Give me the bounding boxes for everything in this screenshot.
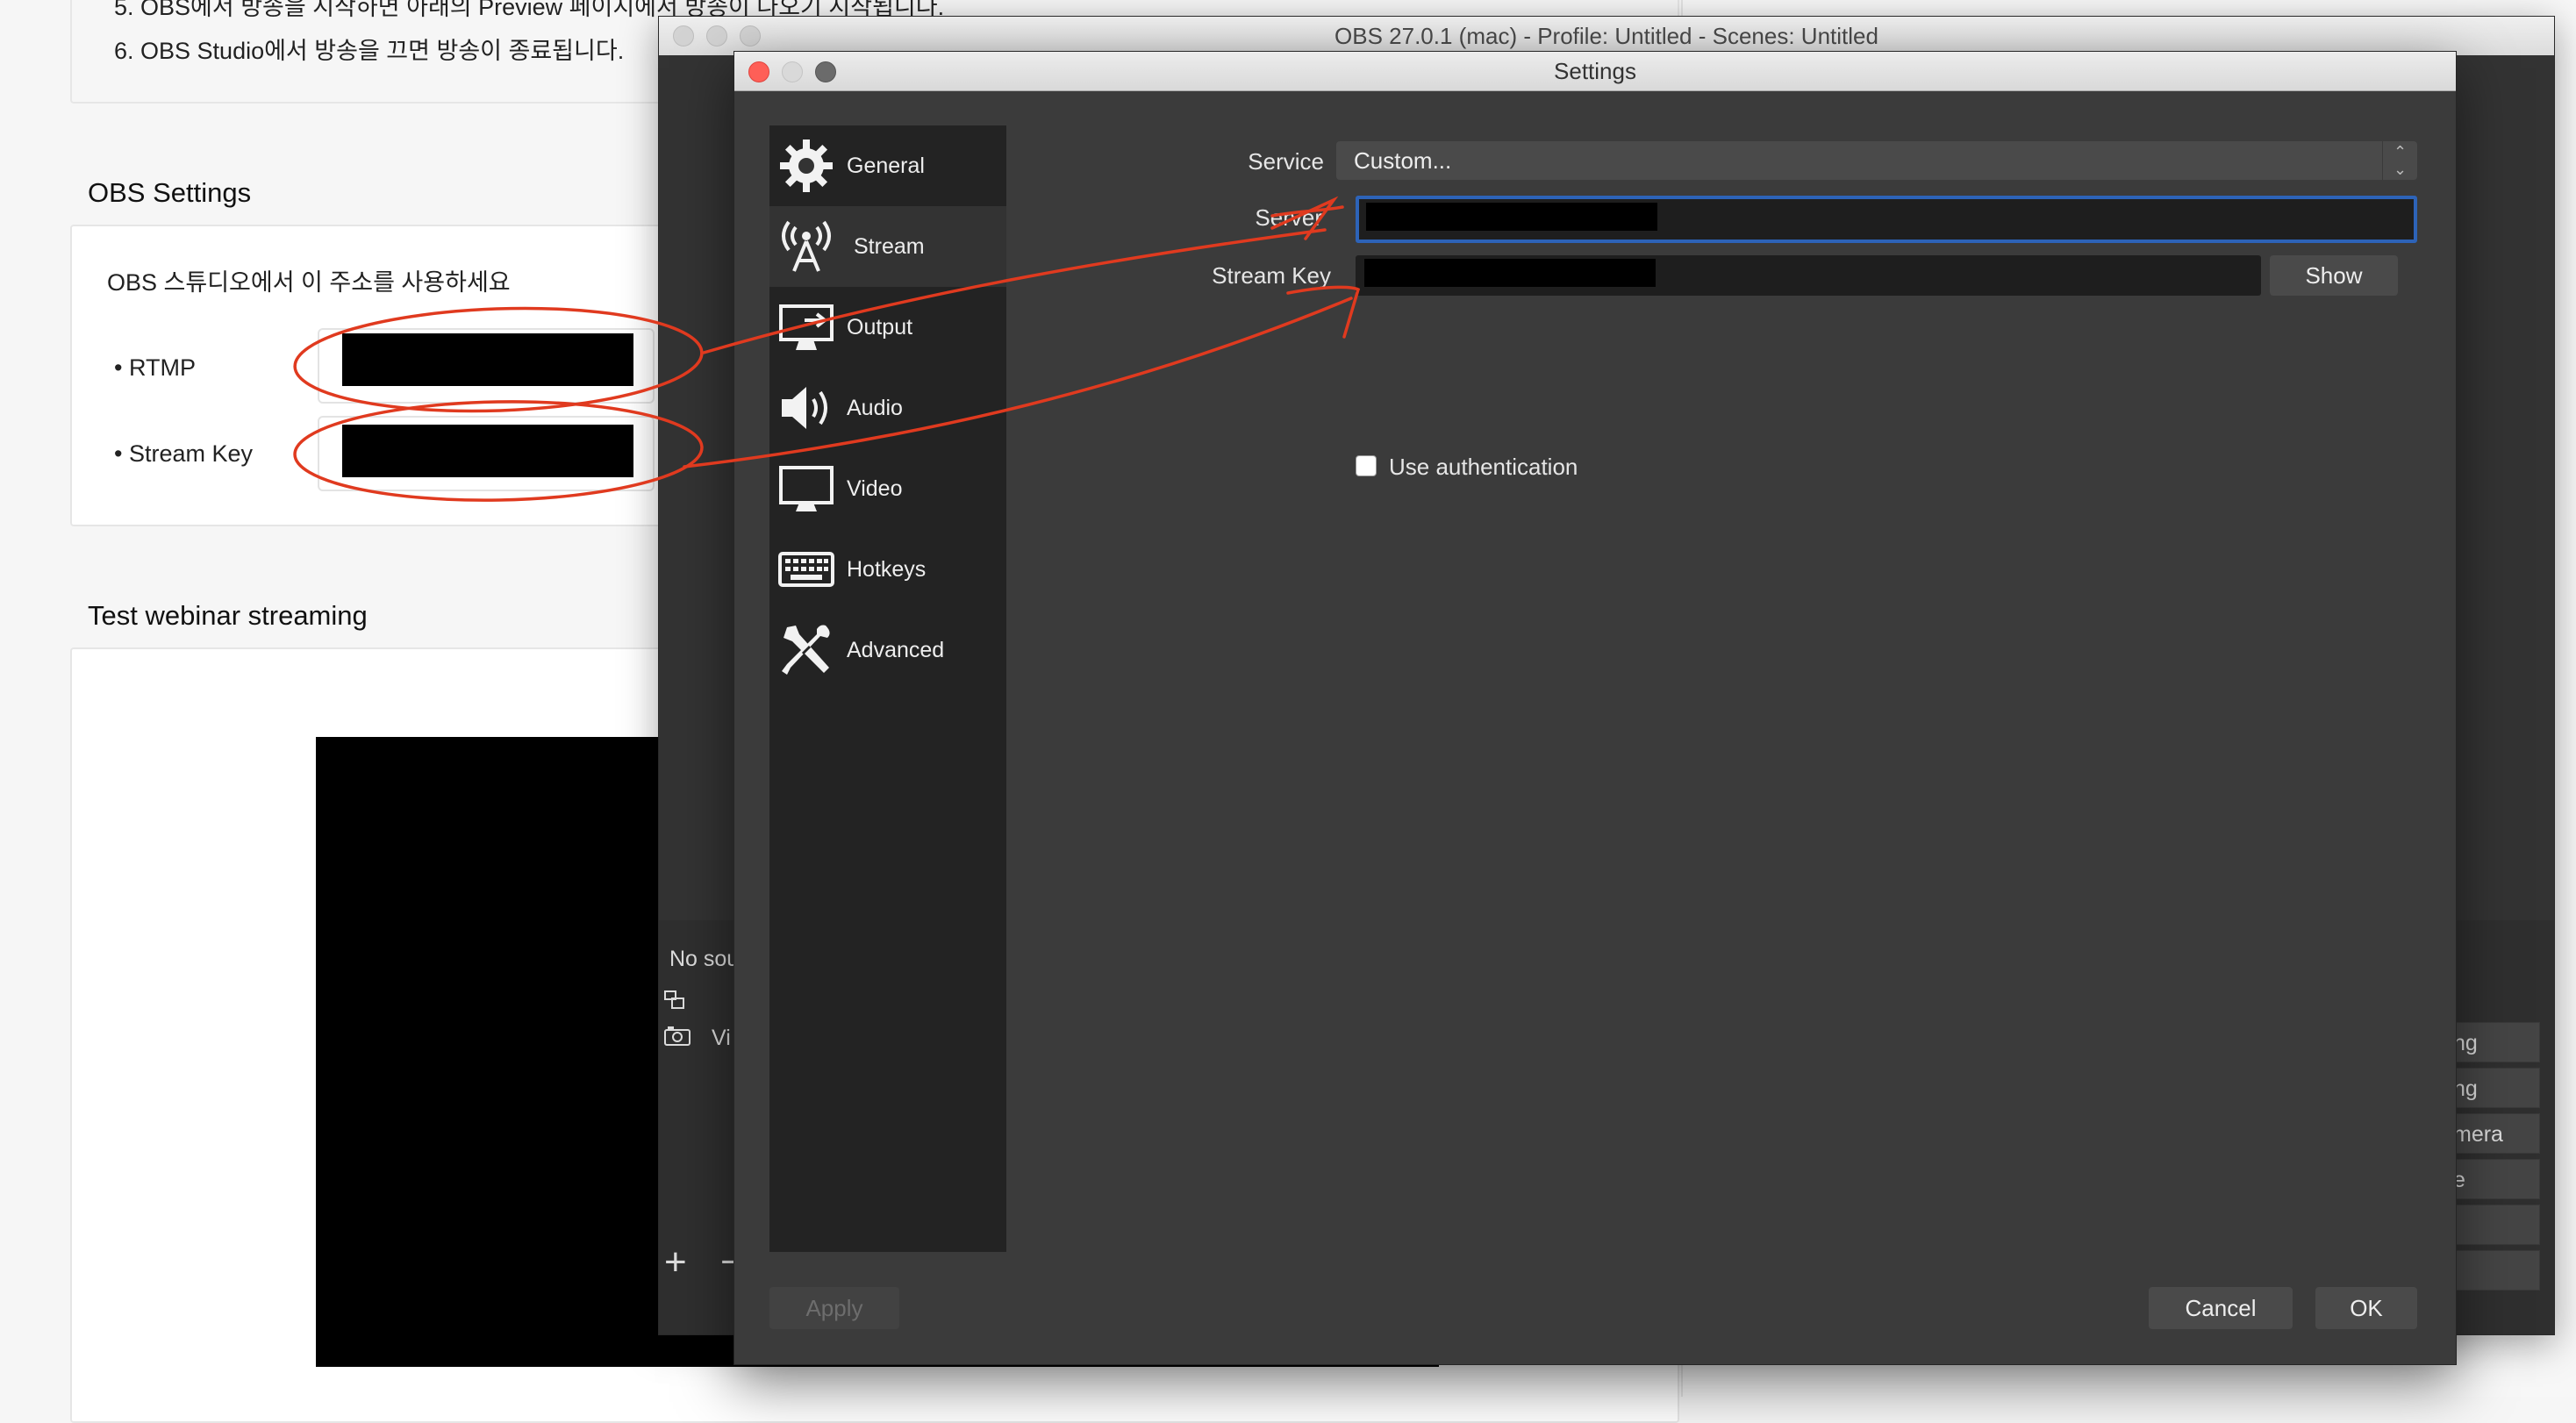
dialog-minimize-button[interactable]: [782, 61, 803, 82]
rtmp-redaction: [342, 333, 633, 386]
use-authentication-label[interactable]: Use authentication: [1389, 454, 1578, 481]
server-label: Server: [1255, 204, 1322, 231]
stream-key-label: • Stream Key: [114, 440, 254, 467]
sidebar-item-general[interactable]: General: [769, 125, 1006, 206]
obs-settings-title: OBS Settings: [88, 177, 252, 208]
scene-icon: [664, 990, 685, 1010]
no-sources-text: No sou: [669, 947, 740, 971]
server-redaction: [1366, 203, 1657, 231]
keyboard-icon: [778, 541, 834, 597]
sidebar-item-label: Hotkeys: [847, 557, 927, 582]
stream-key-form-redaction: [1364, 259, 1656, 287]
stream-key-redaction: [342, 425, 633, 477]
test-webinar-title: Test webinar streaming: [88, 600, 368, 631]
stream-key-form-label: Stream Key: [1212, 262, 1331, 289]
sidebar-item-advanced[interactable]: Advanced: [769, 610, 1006, 690]
chevron-updown-icon: ⌃ ⌄: [2382, 141, 2417, 180]
minimize-button[interactable]: [706, 25, 727, 46]
service-value: Custom...: [1354, 147, 1452, 174]
add-source-button[interactable]: +: [664, 1243, 687, 1282]
gear-icon: [778, 138, 834, 194]
close-button[interactable]: [673, 25, 694, 46]
sidebar-item-label: Output: [847, 315, 913, 340]
tools-icon: [778, 622, 834, 678]
sidebar-item-stream[interactable]: Stream: [769, 206, 1006, 287]
rtmp-label: • RTMP: [114, 354, 196, 381]
dialog-close-button[interactable]: [748, 61, 769, 82]
sidebar-item-label: Advanced: [847, 638, 945, 662]
display-icon: [778, 461, 834, 517]
control-button-1[interactable]: ng: [2444, 1022, 2540, 1062]
sidebar-item-audio[interactable]: Audio: [769, 368, 1006, 448]
control-button-6[interactable]: [2444, 1250, 2540, 1291]
control-button-2[interactable]: ng: [2444, 1068, 2540, 1108]
service-label: Service: [1248, 148, 1324, 175]
service-select[interactable]: Custom... ⌃ ⌄: [1336, 141, 2417, 180]
sidebar-item-label: Audio: [847, 396, 903, 420]
use-authentication-checkbox[interactable]: [1356, 455, 1377, 476]
zoom-button[interactable]: [740, 25, 761, 46]
control-button-4[interactable]: e: [2444, 1159, 2540, 1199]
settings-sidebar: General Stream Output Audio Video Hotkey…: [769, 125, 1006, 1252]
source-item[interactable]: Vi: [712, 1026, 731, 1051]
settings-dialog: Settings General Stream Output Audio Vid…: [733, 51, 2457, 1365]
step-6-text: 6. OBS Studio에서 방송을 끄면 방송이 종료됩니다.: [114, 38, 625, 64]
speaker-icon: [778, 380, 834, 436]
antenna-icon: [778, 218, 834, 275]
monitor-output-icon: [778, 299, 834, 355]
dialog-zoom-button[interactable]: [815, 61, 836, 82]
sidebar-item-label: General: [847, 154, 925, 178]
sidebar-item-video[interactable]: Video: [769, 448, 1006, 529]
sidebar-item-label: Video: [847, 476, 903, 501]
show-button[interactable]: Show: [2270, 255, 2398, 296]
control-button-3[interactable]: mera: [2444, 1113, 2540, 1154]
sidebar-item-label: Stream: [854, 234, 925, 259]
control-button-5[interactable]: [2444, 1205, 2540, 1245]
sidebar-item-hotkeys[interactable]: Hotkeys: [769, 529, 1006, 610]
obs-settings-desc: OBS 스튜디오에서 이 주소를 사용하세요: [107, 269, 511, 296]
apply-button[interactable]: Apply: [769, 1287, 899, 1329]
cancel-button[interactable]: Cancel: [2149, 1287, 2293, 1329]
ok-button[interactable]: OK: [2315, 1287, 2417, 1329]
sidebar-item-output[interactable]: Output: [769, 287, 1006, 368]
settings-title: Settings: [734, 52, 2456, 91]
camera-icon: [664, 1026, 691, 1047]
